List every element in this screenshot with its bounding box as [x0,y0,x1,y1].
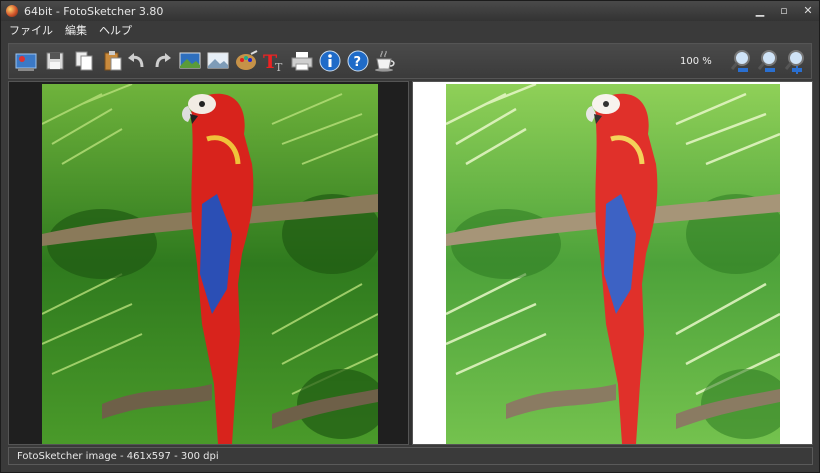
info-button[interactable] [317,48,343,74]
toolbar: TT ? 100 % [8,43,812,79]
text-tool-icon: TT [263,51,283,74]
menu-edit[interactable]: 編集 [61,22,91,38]
sketch-image-pane[interactable] [412,81,813,445]
print-icon [291,52,313,71]
svg-text:T: T [275,61,283,74]
minimize-button[interactable]: ▁ [755,3,765,19]
canvas-area [8,81,813,445]
coffee-button[interactable] [372,48,398,74]
menu-help[interactable]: ヘルプ [95,22,136,38]
original-image-icon [179,52,201,69]
zoom-level: 100 % [680,56,712,67]
menu-file[interactable]: ファイル [5,22,57,38]
print-button[interactable] [289,48,315,74]
title-bar: 64bit - FotoSketcher 3.80 ▁ ▫ ✕ [1,1,819,21]
original-image-pane[interactable] [8,81,409,445]
zoom-reset-button[interactable] [756,48,782,74]
maximize-button[interactable]: ▫ [779,3,789,19]
redo-icon [155,53,171,68]
svg-text:?: ? [354,55,362,70]
save-button[interactable] [42,48,68,74]
palette-icon [236,50,258,70]
zoom-in-icon [784,50,804,74]
zoom-out-icon [730,50,750,72]
copy-button[interactable] [71,48,97,74]
undo-icon [128,53,144,68]
sketch-image-button[interactable] [205,48,231,74]
window-title: 64bit - FotoSketcher 3.80 [24,4,164,18]
copy-icon [75,51,93,71]
paste-button[interactable] [100,48,126,74]
zoom-out-button[interactable] [729,48,755,74]
close-button[interactable]: ✕ [803,3,813,19]
save-icon [46,52,64,70]
zoom-reset-icon [757,50,777,72]
window-controls: ▁ ▫ ✕ [755,3,813,19]
zoom-in-button[interactable] [783,48,809,74]
coffee-icon [375,50,395,72]
status-bar: FotoSketcher image - 461x597 - 300 dpi [8,447,813,465]
menu-bar: ファイル 編集 ヘルプ [1,21,819,39]
paste-icon [104,51,122,71]
sketch-image-icon [207,52,229,69]
info-icon [319,50,341,72]
app-logo-icon [6,5,18,17]
undo-button[interactable] [124,48,150,74]
palette-button[interactable] [234,48,260,74]
original-image-button[interactable] [177,48,203,74]
redo-button[interactable] [149,48,175,74]
status-text: FotoSketcher image - 461x597 - 300 dpi [17,450,219,462]
open-picture-icon [15,53,37,71]
text-tool-button[interactable]: TT [261,48,287,74]
open-picture-button[interactable] [13,48,39,74]
sketch-photo [446,84,780,444]
original-photo [42,84,378,444]
help-icon: ? [347,50,369,72]
app-window: 64bit - FotoSketcher 3.80 ▁ ▫ ✕ ファイル 編集 … [0,0,820,473]
help-button[interactable]: ? [345,48,371,74]
